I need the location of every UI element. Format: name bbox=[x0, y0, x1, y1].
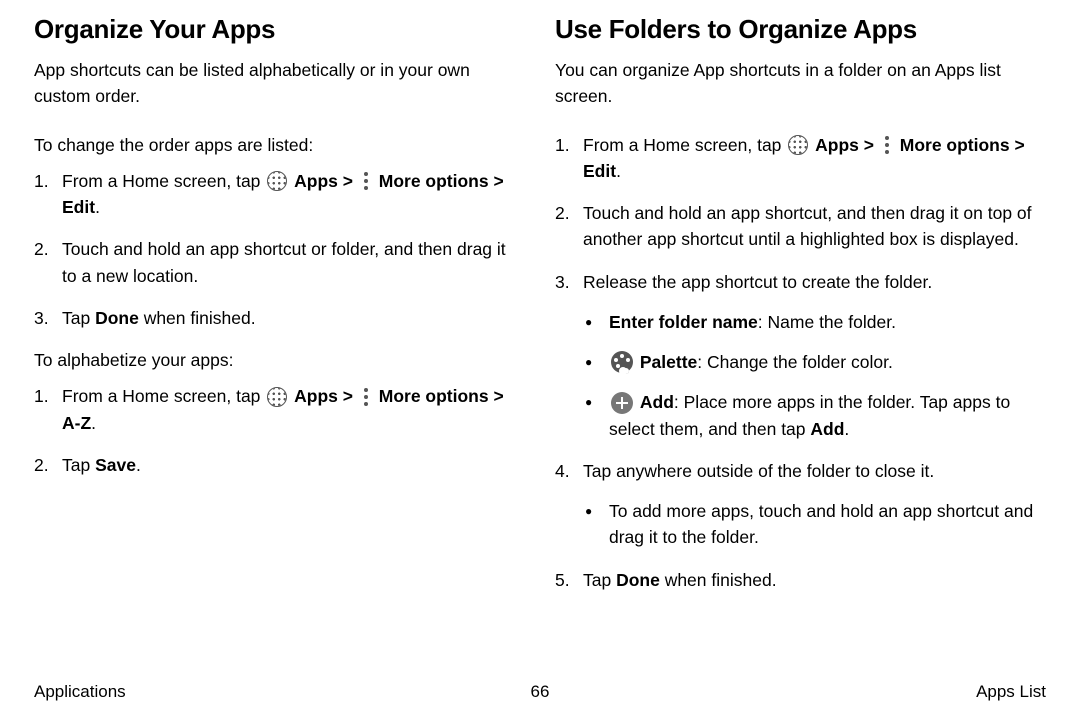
right-column: Use Folders to Organize Apps You can org… bbox=[555, 14, 1046, 674]
list-item: Palette: Change the folder color. bbox=[583, 349, 1046, 375]
text: . bbox=[91, 413, 96, 433]
list-item: Enter folder name: Name the folder. bbox=[583, 309, 1046, 335]
apps-label: Apps bbox=[294, 386, 338, 406]
text: when finished. bbox=[660, 570, 777, 590]
text: . bbox=[136, 455, 141, 475]
list-item: Tap Done when finished. bbox=[555, 567, 1046, 593]
text: From a Home screen, tap bbox=[62, 171, 265, 191]
text: Tap bbox=[583, 570, 616, 590]
list-folders: From a Home screen, tap Apps > More opti… bbox=[555, 132, 1046, 593]
list-alphabetize: From a Home screen, tap Apps > More opti… bbox=[34, 383, 525, 478]
list-item: Tap Done when finished. bbox=[34, 305, 525, 331]
footer: Applications 66 Apps List bbox=[34, 682, 1046, 702]
chevron: > bbox=[1014, 135, 1024, 155]
chevron: > bbox=[493, 386, 503, 406]
text: Tap bbox=[62, 308, 95, 328]
list-change-order: From a Home screen, tap Apps > More opti… bbox=[34, 168, 525, 331]
list-item: To add more apps, touch and hold an app … bbox=[583, 498, 1046, 551]
text: . bbox=[95, 197, 100, 217]
chevron: > bbox=[343, 171, 358, 191]
more-options-label: More options bbox=[900, 135, 1010, 155]
text: . bbox=[616, 161, 621, 181]
lead-alphabetize: To alphabetize your apps: bbox=[34, 347, 525, 373]
list-item: From a Home screen, tap Apps > More opti… bbox=[34, 168, 525, 221]
text: From a Home screen, tap bbox=[62, 386, 265, 406]
footer-left: Applications bbox=[34, 682, 126, 702]
sublist-add-more: To add more apps, touch and hold an app … bbox=[583, 498, 1046, 551]
text: . bbox=[844, 419, 849, 439]
add-bold-label: Add bbox=[810, 419, 844, 439]
list-item: Tap anywhere outside of the folder to cl… bbox=[555, 458, 1046, 551]
heading-organize: Organize Your Apps bbox=[34, 14, 525, 45]
enter-folder-name-label: Enter folder name bbox=[609, 312, 758, 332]
more-options-label: More options bbox=[379, 171, 489, 191]
apps-icon bbox=[267, 171, 287, 191]
list-item: From a Home screen, tap Apps > More opti… bbox=[34, 383, 525, 436]
page-number: 66 bbox=[531, 682, 550, 702]
add-label: Add bbox=[640, 392, 674, 412]
more-options-label: More options bbox=[379, 386, 489, 406]
done-label: Done bbox=[95, 308, 139, 328]
intro-right: You can organize App shortcuts in a fold… bbox=[555, 57, 1046, 110]
chevron: > bbox=[343, 386, 358, 406]
chevron: > bbox=[493, 171, 503, 191]
save-label: Save bbox=[95, 455, 136, 475]
text: Release the app shortcut to create the f… bbox=[583, 272, 932, 292]
list-item: Touch and hold an app shortcut or folder… bbox=[34, 236, 525, 289]
list-item: Release the app shortcut to create the f… bbox=[555, 269, 1046, 442]
list-item: From a Home screen, tap Apps > More opti… bbox=[555, 132, 1046, 185]
text: From a Home screen, tap bbox=[583, 135, 786, 155]
edit-label: Edit bbox=[583, 161, 616, 181]
more-options-icon bbox=[360, 387, 372, 407]
text: : Name the folder. bbox=[758, 312, 896, 332]
list-item: Add: Place more apps in the folder. Tap … bbox=[583, 389, 1046, 442]
text: when finished. bbox=[139, 308, 256, 328]
left-column: Organize Your Apps App shortcuts can be … bbox=[34, 14, 525, 674]
more-options-icon bbox=[881, 135, 893, 155]
apps-icon bbox=[267, 387, 287, 407]
intro-left: App shortcuts can be listed alphabetical… bbox=[34, 57, 525, 110]
chevron: > bbox=[864, 135, 879, 155]
apps-label: Apps bbox=[815, 135, 859, 155]
done-label: Done bbox=[616, 570, 660, 590]
apps-label: Apps bbox=[294, 171, 338, 191]
add-icon bbox=[611, 392, 633, 414]
list-item: Touch and hold an app shortcut, and then… bbox=[555, 200, 1046, 253]
lead-change-order: To change the order apps are listed: bbox=[34, 132, 525, 158]
az-label: A-Z bbox=[62, 413, 91, 433]
list-item: Tap Save. bbox=[34, 452, 525, 478]
palette-label: Palette bbox=[640, 352, 697, 372]
heading-folders: Use Folders to Organize Apps bbox=[555, 14, 1046, 45]
text: : Change the folder color. bbox=[697, 352, 893, 372]
apps-icon bbox=[788, 135, 808, 155]
palette-icon bbox=[611, 351, 633, 373]
more-options-icon bbox=[360, 171, 372, 191]
footer-right: Apps List bbox=[976, 682, 1046, 702]
text: Tap anywhere outside of the folder to cl… bbox=[583, 461, 934, 481]
sublist-folder-options: Enter folder name: Name the folder. Pale… bbox=[583, 309, 1046, 442]
edit-label: Edit bbox=[62, 197, 95, 217]
text: Tap bbox=[62, 455, 95, 475]
